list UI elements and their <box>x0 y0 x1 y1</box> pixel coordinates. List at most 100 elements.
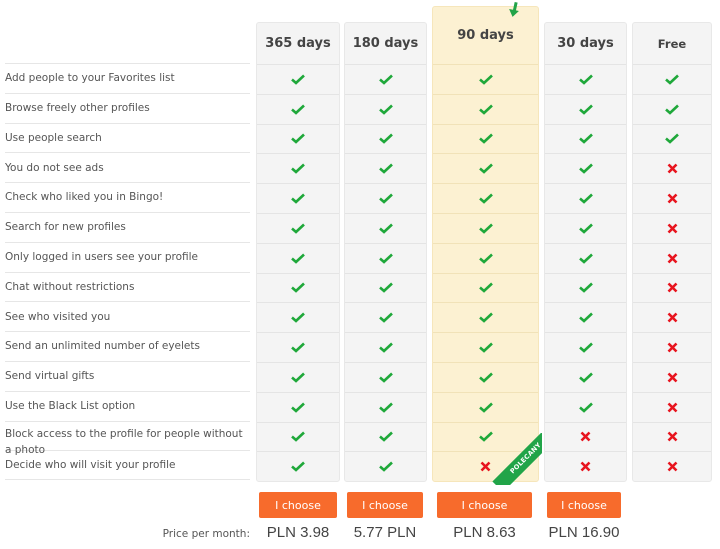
check-icon <box>478 342 493 353</box>
feature-cell <box>545 332 626 362</box>
check-icon <box>478 163 493 175</box>
check-icon <box>291 312 305 324</box>
check-icon <box>578 193 593 204</box>
feature-cell <box>345 361 426 392</box>
check-icon <box>478 402 493 413</box>
plan-title: 90 days <box>457 28 514 43</box>
plan-title: Free <box>657 36 687 51</box>
check-icon <box>478 223 493 234</box>
choose-plan-button[interactable]: I choose <box>437 492 532 518</box>
feature-cell <box>545 391 626 422</box>
check-icon <box>291 461 305 473</box>
check-icon <box>578 282 593 294</box>
feature-cell <box>345 302 426 332</box>
cross-icon <box>580 461 591 472</box>
plan-price: PLN 16.90 <box>548 524 620 541</box>
check-icon <box>378 342 393 353</box>
check-icon <box>291 223 305 234</box>
feature-cell <box>545 183 626 213</box>
choose-plan-button[interactable]: I choose <box>547 492 621 518</box>
cross-icon <box>667 461 678 472</box>
check-icon <box>578 342 593 353</box>
plan-column-free: Free <box>632 22 712 483</box>
feature-cell <box>257 183 339 213</box>
feature-label: Block access to the profile for people w… <box>5 420 250 456</box>
feature-cell <box>433 93 538 124</box>
feature-cell <box>345 451 426 481</box>
feature-cell <box>345 272 426 303</box>
plan-price: 5.77 PLN <box>353 524 417 541</box>
check-icon <box>378 223 393 234</box>
check-icon <box>478 104 493 115</box>
feature-label: You do not see ads <box>5 152 250 182</box>
feature-cell <box>433 123 538 154</box>
recommended-ribbon: POLECANY <box>490 433 542 485</box>
cross-icon <box>667 223 678 234</box>
feature-cell <box>633 93 711 124</box>
feature-cell <box>257 64 339 94</box>
feature-cell <box>257 332 339 362</box>
feature-cell <box>433 272 538 303</box>
check-icon <box>578 372 593 383</box>
plan-title: 30 days <box>557 36 614 51</box>
feature-cell <box>257 361 339 392</box>
check-icon <box>478 372 493 383</box>
feature-cell <box>545 242 626 273</box>
check-icon <box>378 104 393 115</box>
feature-cell <box>545 64 626 94</box>
check-icon <box>578 163 593 175</box>
feature-cell <box>345 391 426 422</box>
check-icon <box>578 133 593 145</box>
feature-cell <box>545 272 626 303</box>
check-icon <box>291 133 305 145</box>
check-icon <box>291 402 305 413</box>
feature-label: Search for new profiles <box>5 211 250 242</box>
check-icon <box>578 104 593 115</box>
feature-cell <box>433 64 538 94</box>
feature-cell <box>433 302 538 332</box>
choose-plan-button[interactable]: I choose <box>347 492 423 518</box>
check-icon <box>378 193 393 204</box>
cross-icon <box>580 431 591 442</box>
check-icon <box>478 193 493 204</box>
check-icon <box>291 431 305 443</box>
cross-icon <box>667 312 678 323</box>
cross-icon <box>667 163 678 174</box>
feature-cell <box>257 123 339 154</box>
feature-cell <box>345 421 426 452</box>
recommended-badge: POLECANY <box>492 433 542 485</box>
feature-cell <box>345 93 426 124</box>
check-icon <box>665 104 679 115</box>
check-icon <box>378 163 393 175</box>
feature-cell <box>257 272 339 303</box>
check-icon <box>478 253 493 264</box>
check-icon <box>378 431 393 443</box>
choose-plan-button[interactable]: I choose <box>259 492 337 518</box>
price-per-month-label: Price per month: <box>162 528 250 540</box>
check-icon <box>291 193 305 204</box>
feature-cell <box>633 391 711 422</box>
feature-cell <box>345 123 426 154</box>
feature-cell <box>633 64 711 94</box>
feature-cell <box>633 153 711 183</box>
feature-cell <box>433 332 538 362</box>
feature-cell <box>545 123 626 154</box>
check-icon <box>378 133 393 145</box>
arrow-down-icon <box>509 1 519 17</box>
feature-cell <box>545 421 626 452</box>
feature-label: Use the Black List option <box>5 390 250 421</box>
feature-cell <box>433 391 538 422</box>
feature-cell <box>257 212 339 243</box>
check-icon <box>478 312 493 324</box>
plan-column-30-days: 30 days <box>544 22 627 483</box>
feature-cell <box>345 64 426 94</box>
feature-cell <box>633 183 711 213</box>
feature-cell <box>257 451 339 481</box>
check-icon <box>291 104 305 115</box>
feature-cell <box>257 421 339 452</box>
check-icon <box>291 342 305 353</box>
check-icon <box>291 282 305 294</box>
feature-cell <box>433 212 538 243</box>
check-icon <box>291 163 305 175</box>
feature-cell <box>345 242 426 273</box>
